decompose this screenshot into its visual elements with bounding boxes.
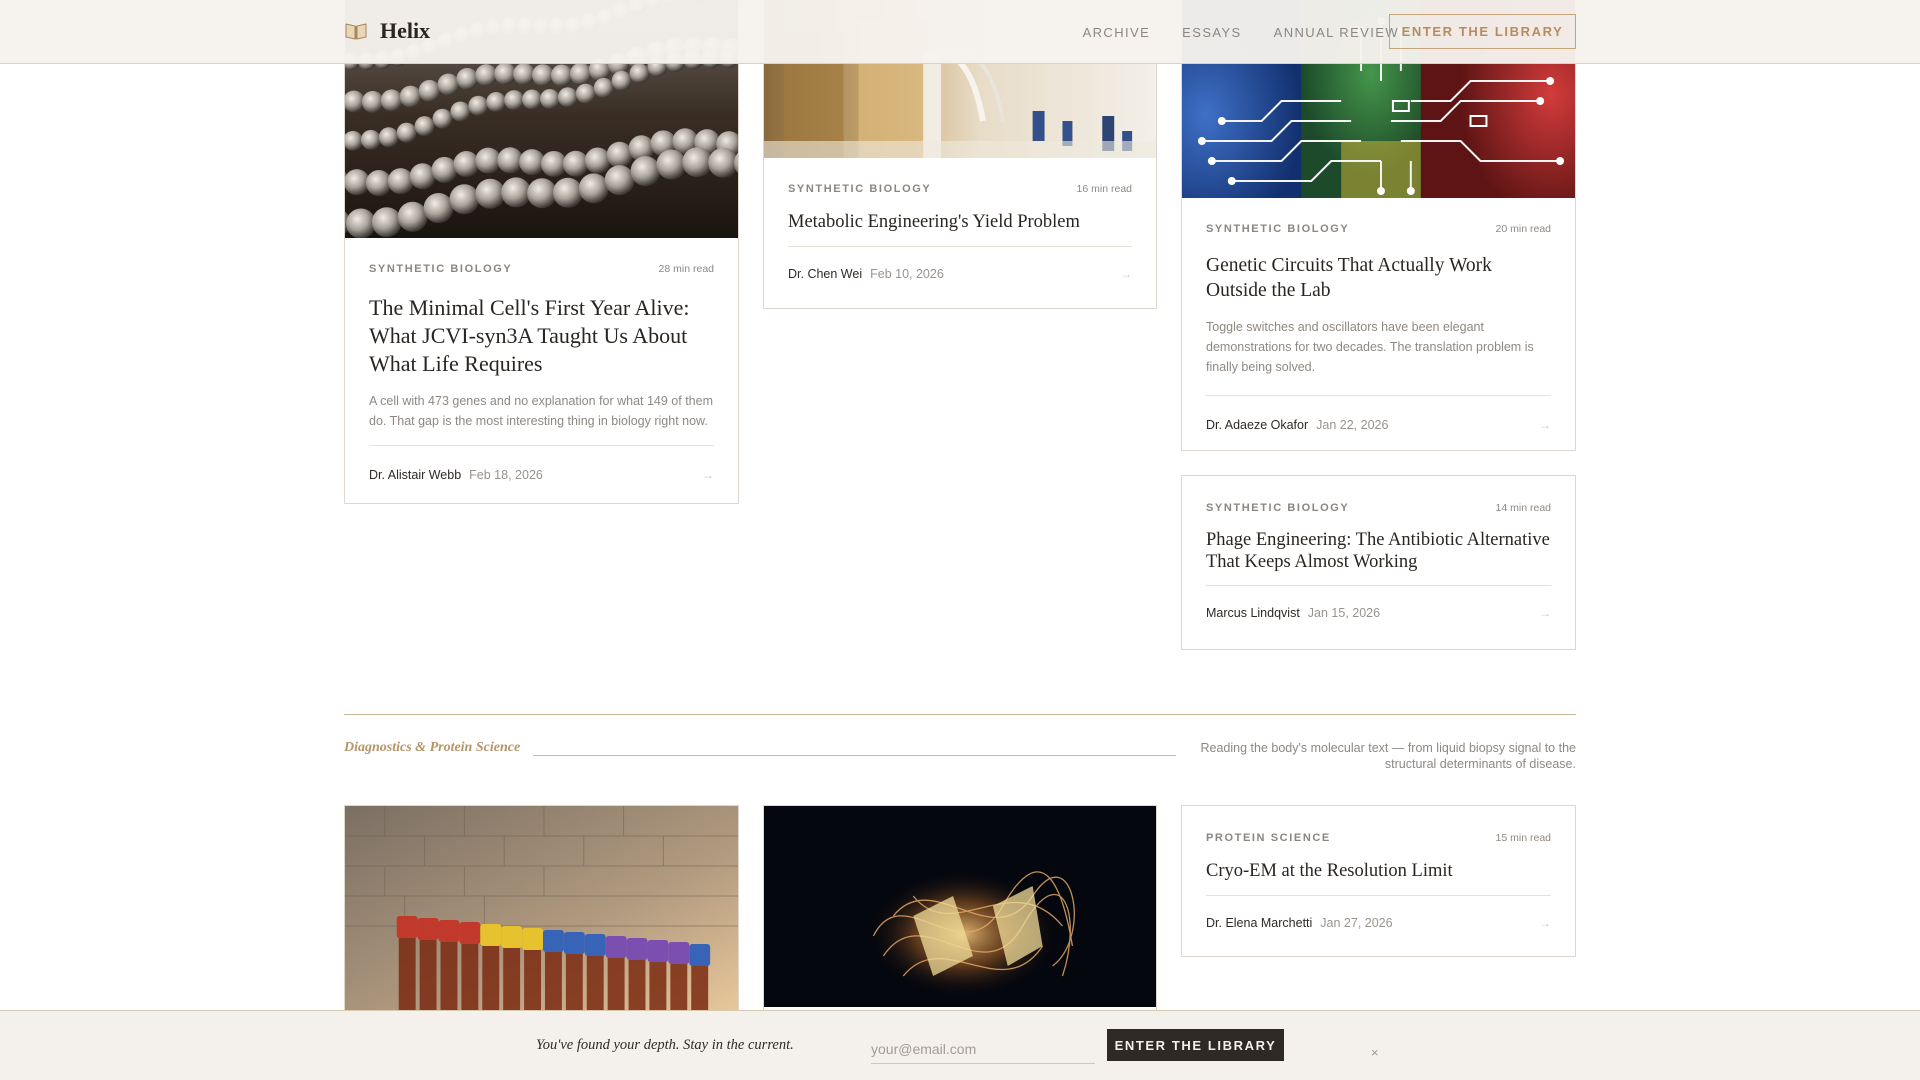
section-top-rule: [344, 714, 1576, 715]
brand[interactable]: Helix: [344, 18, 430, 44]
card-title[interactable]: Genetic Circuits That Actually Work Outs…: [1206, 253, 1551, 303]
card-title[interactable]: The Minimal Cell's First Year Alive: Wha…: [369, 294, 714, 378]
card-date: Jan 15, 2026: [1307, 606, 1381, 620]
card-read-time: 20 min read: [1495, 223, 1551, 235]
card-author[interactable]: Dr. Adaeze Okafor: [1206, 418, 1308, 432]
card-body: SYNTHETIC BIOLOGY 20 min read Genetic Ci…: [1206, 222, 1551, 432]
card-date: Feb 10, 2026: [870, 267, 944, 281]
card-divider: [369, 445, 714, 446]
nav-essays[interactable]: ESSAYS: [1182, 25, 1241, 40]
card-category: SYNTHETIC BIOLOGY: [788, 183, 932, 195]
card-excerpt: Toggle switches and oscillators have bee…: [1206, 320, 1534, 374]
card-body: SYNTHETIC BIOLOGY 16 min read Metabolic …: [788, 182, 1132, 281]
close-icon[interactable]: ×: [1371, 1045, 1379, 1060]
brand-name: Helix: [380, 18, 431, 43]
card-date: Jan 27, 2026: [1320, 916, 1393, 930]
card-image-test-tubes: [345, 806, 738, 1011]
article-card-cryo-em[interactable]: PROTEIN SCIENCE 15 min read Cryo-EM at t…: [1181, 805, 1576, 957]
card-read-time: 28 min read: [658, 263, 714, 275]
card-author[interactable]: Dr. Elena Marchetti: [1206, 916, 1312, 930]
card-author[interactable]: Marcus Lindqvist: [1206, 606, 1300, 620]
arrow-right-icon[interactable]: →: [1120, 267, 1132, 281]
card-divider: [788, 246, 1132, 247]
newsletter-subscribe-button[interactable]: ENTER THE LIBRARY: [1107, 1029, 1284, 1061]
card-title[interactable]: Phage Engineering: The Antibiotic Altern…: [1206, 529, 1551, 573]
card-author[interactable]: Dr. Alistair Webb: [369, 468, 461, 482]
card-category: SYNTHETIC BIOLOGY: [369, 263, 513, 275]
card-divider: [1206, 895, 1551, 896]
card-category: PROTEIN SCIENCE: [1206, 832, 1331, 844]
site-header: Helix ARCHIVE ESSAYS ANNUAL REVIEW ENTER…: [0, 0, 1920, 64]
nav-archive[interactable]: ARCHIVE: [1083, 25, 1151, 40]
card-category: SYNTHETIC BIOLOGY: [1206, 502, 1350, 514]
article-card-phage[interactable]: SYNTHETIC BIOLOGY 14 min read Phage Engi…: [1181, 475, 1576, 650]
card-excerpt: A cell with 473 genes and no explanation…: [369, 394, 713, 428]
section-description: Reading the body's molecular text — from…: [1200, 741, 1576, 771]
card-body: SYNTHETIC BIOLOGY 14 min read Phage Engi…: [1206, 501, 1551, 620]
newsletter-bar: You've found your depth. Stay in the cur…: [0, 1010, 1920, 1080]
article-card-genetic-circuits[interactable]: SYNTHETIC BIOLOGY 20 min read Genetic Ci…: [1181, 0, 1576, 451]
nav-annual-review[interactable]: ANNUAL REVIEW: [1274, 25, 1399, 40]
arrow-right-icon[interactable]: →: [1539, 916, 1551, 930]
article-card-minimal-cell[interactable]: SYNTHETIC BIOLOGY 28 min read The Minima…: [344, 0, 739, 504]
card-read-time: 15 min read: [1495, 832, 1551, 844]
card-divider: [1206, 395, 1551, 396]
card-category: SYNTHETIC BIOLOGY: [1206, 223, 1350, 235]
card-read-time: 14 min read: [1495, 502, 1551, 514]
card-date: Jan 22, 2026: [1316, 418, 1389, 432]
arrow-right-icon[interactable]: →: [1539, 606, 1551, 620]
book-logo-icon: [345, 23, 367, 40]
card-body: PROTEIN SCIENCE 15 min read Cryo-EM at t…: [1206, 831, 1551, 930]
card-divider: [1206, 585, 1551, 586]
arrow-right-icon[interactable]: →: [1539, 418, 1551, 432]
card-title[interactable]: Cryo-EM at the Resolution Limit: [1206, 859, 1551, 883]
main-nav: ARCHIVE ESSAYS ANNUAL REVIEW: [1083, 0, 1399, 64]
newsletter-tagline: You've found your depth. Stay in the cur…: [536, 1037, 794, 1053]
section-title: Diagnostics & Protein Science: [344, 740, 521, 755]
email-input[interactable]: [871, 1035, 1095, 1064]
card-title[interactable]: Metabolic Engineering's Yield Problem: [788, 210, 1132, 234]
card-author[interactable]: Dr. Chen Wei: [788, 267, 862, 281]
card-date: Feb 18, 2026: [469, 468, 543, 482]
card-body: SYNTHETIC BIOLOGY 28 min read The Minima…: [369, 262, 714, 482]
enter-library-button[interactable]: ENTER THE LIBRARY: [1389, 14, 1576, 49]
section-title-rule: [533, 755, 1176, 756]
card-read-time: 16 min read: [1076, 183, 1132, 195]
card-image-protein: [764, 806, 1156, 1007]
arrow-right-icon[interactable]: →: [702, 468, 714, 482]
